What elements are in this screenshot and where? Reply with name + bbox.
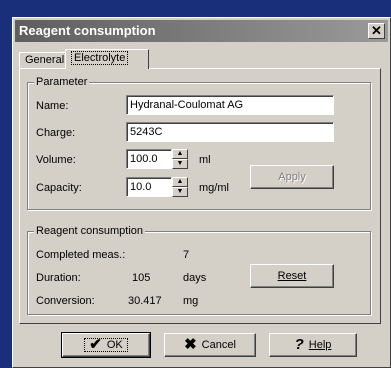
reagent-consumption-dialog: Reagent consumption ✕ General Electrolyt… [12,17,391,368]
apply-button[interactable]: Apply [250,165,334,189]
capacity-label: Capacity: [36,182,82,194]
close-icon: ✕ [371,23,382,38]
tab-electrolyte-label: Electrolyte [71,51,129,65]
tab-electrolyte[interactable]: Electrolyte [65,49,149,69]
name-label: Name: [36,100,69,112]
conversion-label: Conversion: [36,295,95,307]
reagent-consumption-group: Reagent consumption Completed meas.: 7 D… [27,224,371,315]
spin-up-icon[interactable]: ▲ [172,177,188,187]
help-label: Help [308,339,332,352]
volume-spinner[interactable]: ▲ ▼ [172,149,188,169]
electrolyte-panel: Parameter Name: Hydranal-Coulomat AG Cha… [19,68,381,324]
ok-button[interactable]: ✔ OK [61,332,151,358]
volume-input[interactable]: 100.0 [126,149,172,169]
ok-label: OK [106,339,123,352]
close-button[interactable]: ✕ [368,23,385,39]
volume-label: Volume: [36,154,76,166]
parameter-group: Parameter Name: Hydranal-Coulomat AG Cha… [27,75,371,210]
check-icon: ✔ [89,336,102,354]
conversion-unit: mg [183,295,199,307]
reset-button[interactable]: Reset [250,264,334,288]
consumption-group-label: Reagent consumption [34,224,146,238]
charge-input[interactable]: 5243C [126,122,334,142]
duration-value: 105 [132,272,151,284]
tab-general[interactable]: General [19,52,67,68]
x-icon: ✖ [184,336,197,354]
spin-up-icon[interactable]: ▲ [172,149,188,159]
charge-label: Charge: [36,127,76,139]
cancel-button[interactable]: ✖ Cancel [164,333,256,357]
dialog-title: Reagent consumption [19,23,156,38]
cancel-label: Cancel [201,339,236,352]
volume-unit: ml [199,154,211,166]
duration-unit: days [183,272,207,284]
capacity-spinner[interactable]: ▲ ▼ [172,177,188,197]
parameter-group-label: Parameter [34,75,90,89]
conversion-value: 30.417 [128,295,162,307]
question-icon: ? [294,336,304,354]
spin-down-icon[interactable]: ▼ [172,159,188,169]
spin-down-icon[interactable]: ▼ [172,187,188,197]
completed-meas-label: Completed meas.: [36,249,126,261]
capacity-unit: mg/ml [199,182,229,194]
completed-meas-value: 7 [183,249,190,261]
title-bar[interactable]: Reagent consumption ✕ [15,20,388,42]
name-input[interactable]: Hydranal-Coulomat AG [126,95,334,115]
capacity-input[interactable]: 10.0 [126,177,172,197]
help-button[interactable]: ? Help [269,333,357,357]
tab-general-label: General [25,54,65,66]
duration-label: Duration: [36,272,81,284]
reset-label: Reset [277,270,307,282]
